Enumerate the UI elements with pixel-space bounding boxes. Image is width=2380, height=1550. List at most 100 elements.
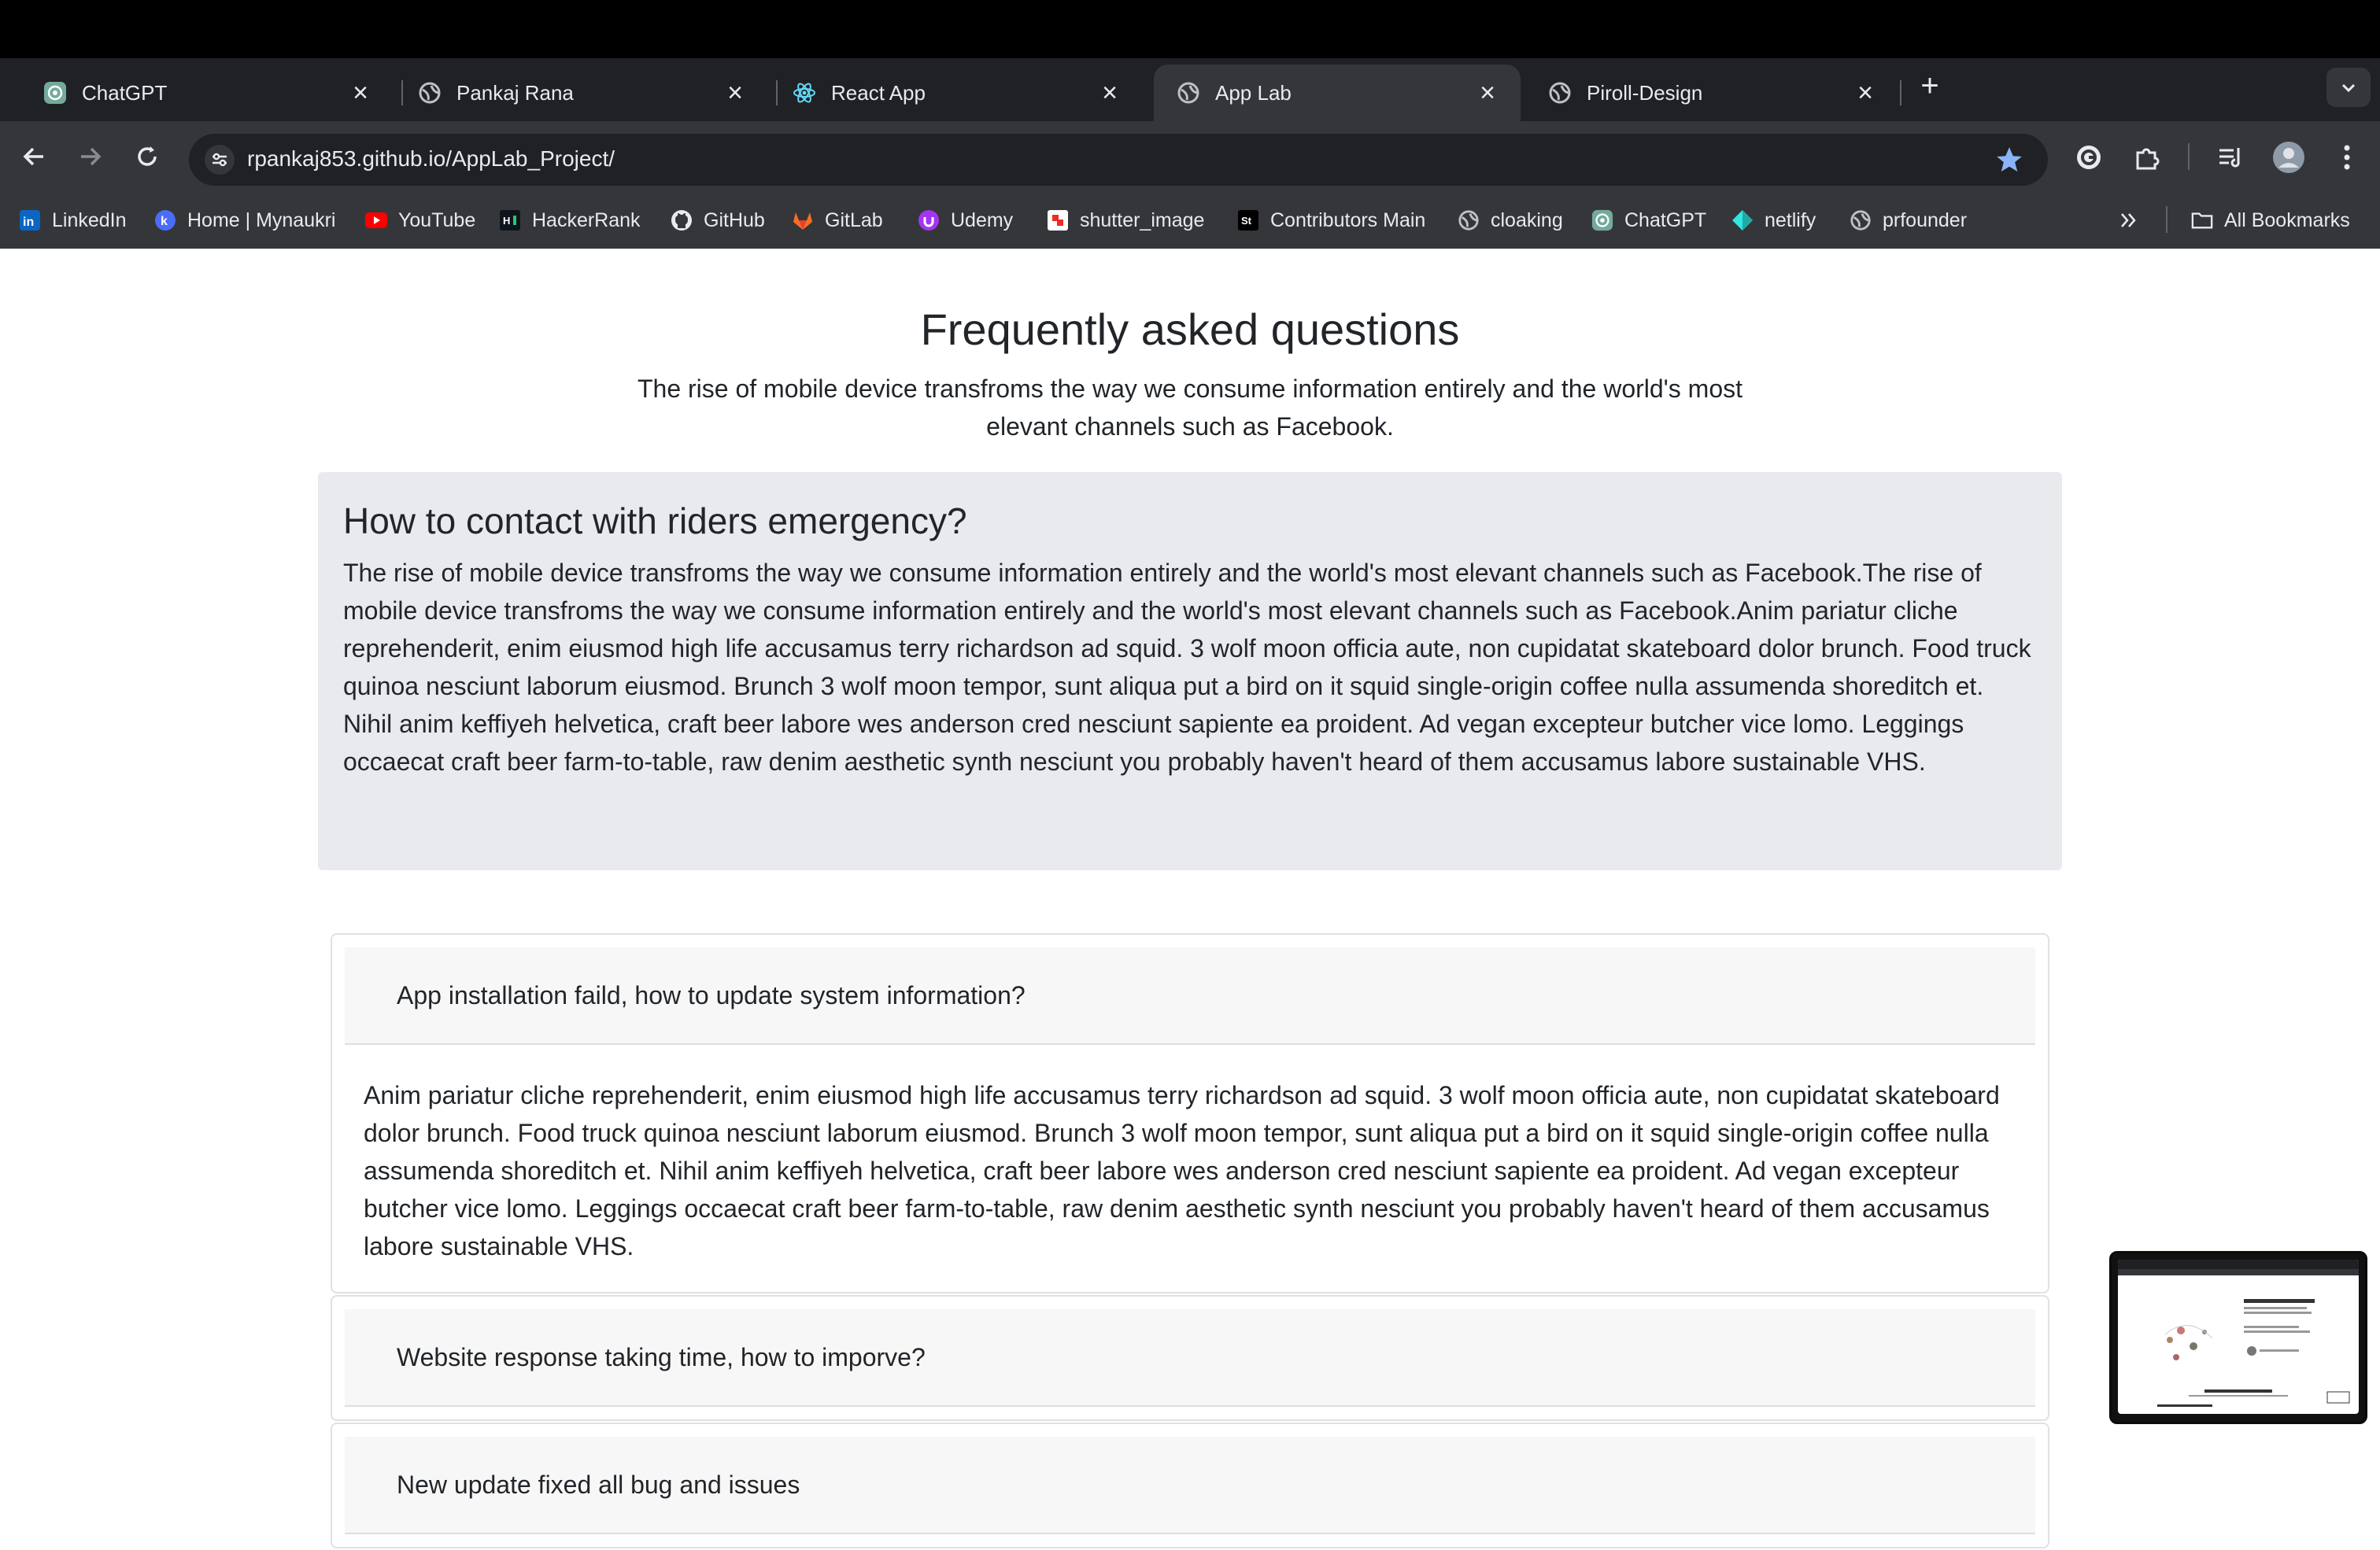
bookmark-cloaking[interactable]: cloaking: [1458, 206, 1563, 234]
svg-text:in: in: [23, 216, 34, 229]
close-icon[interactable]: ×: [346, 79, 375, 107]
bookmark-chatgpt[interactable]: ChatGPT: [1591, 206, 1706, 234]
bookmark-linkedin[interactable]: in LinkedIn: [19, 206, 127, 234]
accordion-item: App installation faild, how to update sy…: [331, 933, 2049, 1294]
chrome-menu-icon[interactable]: [2330, 140, 2364, 175]
extension-g-icon[interactable]: [2071, 140, 2106, 175]
accordion-header-button[interactable]: Website response taking time, how to imp…: [345, 1309, 2035, 1407]
bookmark-label: Home | Mynaukri: [187, 209, 336, 231]
site-settings-icon[interactable]: [205, 145, 235, 175]
globe-icon: [1458, 209, 1480, 231]
svg-text:St: St: [1241, 215, 1252, 227]
chatgpt-icon: [1591, 209, 1613, 231]
tab-title: ChatGPT: [82, 80, 168, 105]
accordion-header-button[interactable]: App installation faild, how to update sy…: [345, 947, 2035, 1045]
bookmark-label: GitLab: [825, 209, 883, 231]
featured-answer: The rise of mobile device transfroms the…: [343, 559, 2031, 776]
tab-title: App Lab: [1215, 80, 1292, 105]
bookmark-label: Contributors Main: [1270, 209, 1426, 231]
accordion-item: New update fixed all bug and issues: [331, 1423, 2049, 1548]
accordion-body: Anim pariatur cliche reprehenderit, enim…: [364, 1081, 2000, 1260]
page-subtitle: The rise of mobile device transfroms the…: [637, 375, 1743, 441]
url-text[interactable]: rpankaj853.github.io/AppLab_Project/: [247, 146, 615, 172]
bookmark-youtube[interactable]: YouTube: [365, 206, 475, 234]
bookmark-label: shutter_image: [1080, 209, 1205, 231]
bookmark-label: YouTube: [398, 209, 476, 231]
back-arrow-icon: [23, 147, 43, 166]
bookmark-shutter-image[interactable]: shutter_image: [1047, 206, 1204, 234]
bookmark-hackerrank[interactable]: H HackerRank: [499, 206, 641, 234]
tab-separator: [1900, 80, 1901, 105]
tab-strip: ChatGPT × Pankaj Rana × React App × App …: [0, 58, 2380, 121]
tab-app-lab[interactable]: App Lab ×: [1154, 65, 1521, 121]
bookmark-label: Udemy: [951, 209, 1014, 231]
react-icon: [792, 80, 817, 105]
close-icon[interactable]: ×: [1096, 79, 1124, 107]
close-icon[interactable]: ×: [1473, 79, 1502, 107]
bookmark-contributors-main[interactable]: St Contributors Main: [1237, 206, 1425, 234]
github-icon: [671, 209, 693, 231]
tab-title: Piroll-Design: [1587, 80, 1703, 105]
bookmark-gitlab[interactable]: GitLab: [792, 206, 883, 234]
screenshot-thumbnail[interactable]: [2109, 1251, 2367, 1424]
st-icon: St: [1237, 209, 1259, 231]
bookmark-netlify[interactable]: netlify: [1731, 206, 1816, 234]
globe-icon: [1850, 209, 1872, 231]
svg-text:k: k: [161, 215, 168, 228]
thumbnail-preview: [2118, 1260, 2359, 1414]
reload-icon: [138, 146, 157, 166]
reload-button[interactable]: [129, 138, 165, 175]
tab-chatgpt[interactable]: ChatGPT ×: [20, 65, 394, 121]
tab-pankaj-rana[interactable]: Pankaj Rana ×: [395, 65, 768, 121]
featured-question: How to contact with riders emergency?: [343, 500, 967, 541]
bookmark-label: GitHub: [704, 209, 765, 231]
bookmark-label: ChatGPT: [1624, 209, 1707, 231]
all-bookmarks-folder[interactable]: All Bookmarks: [2191, 206, 2350, 234]
media-control-icon[interactable]: [2213, 140, 2248, 175]
youtube-icon: [365, 209, 387, 231]
tab-title: React App: [831, 80, 926, 105]
accordion-item: Website response taking time, how to imp…: [331, 1295, 2049, 1421]
bookmark-label: All Bookmarks: [2224, 209, 2350, 231]
bookmark-star-icon[interactable]: [1994, 145, 2024, 179]
svg-text:H: H: [503, 215, 510, 227]
close-icon[interactable]: ×: [721, 79, 749, 107]
bookmark-label: HackerRank: [532, 209, 641, 231]
bookmark-mynaukri[interactable]: k Home | Mynaukri: [154, 206, 336, 234]
accordion-header-button[interactable]: New update fixed all bug and issues: [345, 1437, 2035, 1534]
shutter-icon: [1047, 209, 1069, 231]
toolbar-separator: [2188, 143, 2190, 170]
bookmark-udemy[interactable]: Udemy: [918, 206, 1013, 234]
bookmark-label: netlify: [1765, 209, 1816, 231]
bookmarks-bar: in LinkedIn k Home | Mynaukri YouTube H …: [0, 192, 2380, 249]
netlify-icon: [1731, 209, 1754, 231]
close-icon[interactable]: ×: [1851, 79, 1879, 107]
extensions-puzzle-icon[interactable]: [2130, 140, 2164, 175]
page-title: Frequently asked questions: [920, 304, 1460, 354]
bookmarks-separator: [2166, 206, 2168, 233]
bookmark-label: prfounder: [1883, 209, 1968, 231]
chatgpt-icon: [42, 80, 68, 105]
profile-avatar[interactable]: [2271, 140, 2306, 175]
new-tab-button[interactable]: +: [1911, 68, 1949, 105]
tab-piroll-design[interactable]: Piroll-Design ×: [1525, 65, 1898, 121]
more-bookmarks-button[interactable]: [2119, 206, 2139, 234]
tab-search-button[interactable]: [2326, 68, 2371, 107]
folder-icon: [2191, 209, 2213, 231]
address-bar[interactable]: rpankaj853.github.io/AppLab_Project/: [189, 134, 2048, 186]
chevron-down-icon: [2341, 83, 2356, 93]
bookmark-label: LinkedIn: [52, 209, 127, 231]
globe-icon: [1176, 80, 1201, 105]
forward-button[interactable]: [72, 138, 109, 175]
bookmark-prfounder[interactable]: prfounder: [1850, 206, 1967, 234]
back-button[interactable]: [16, 138, 52, 175]
browser-toolbar: rpankaj853.github.io/AppLab_Project/: [0, 121, 2380, 192]
bookmark-label: cloaking: [1491, 209, 1563, 231]
globe-icon: [417, 80, 442, 105]
featured-faq-card: How to contact with riders emergency? Th…: [318, 472, 2062, 870]
forward-arrow-icon: [81, 147, 102, 166]
tab-react-app[interactable]: React App ×: [770, 65, 1143, 121]
tab-title: Pankaj Rana: [456, 80, 574, 105]
bookmark-github[interactable]: GitHub: [671, 206, 765, 234]
window-titlebar: [0, 0, 2380, 58]
